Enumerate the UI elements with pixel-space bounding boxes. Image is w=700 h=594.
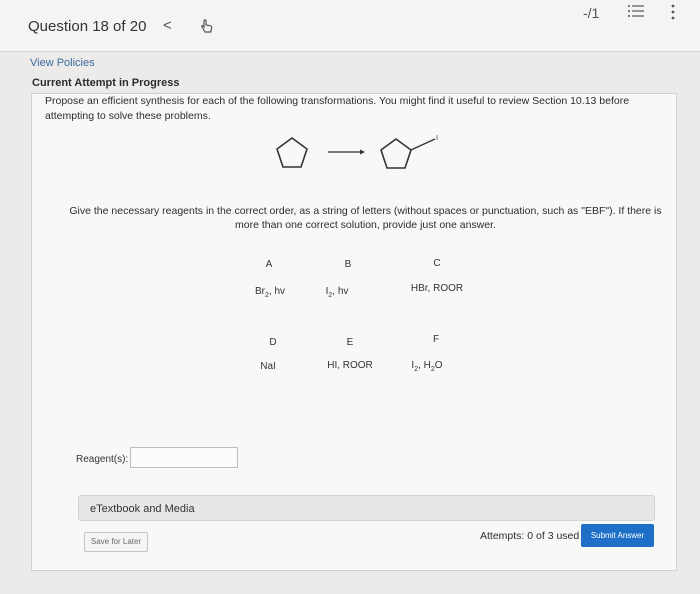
attempt-status: Current Attempt in Progress: [32, 77, 180, 89]
list-icon[interactable]: [627, 4, 645, 18]
option-reagent-b: I2, hv: [325, 286, 349, 299]
reaction-scheme: I: [276, 135, 438, 169]
option-letter-e: E: [346, 337, 354, 348]
instruction-text: Give the necessary reagents in the corre…: [69, 205, 662, 231]
option-letter-a: A: [265, 259, 273, 270]
iodine-label: I: [436, 135, 438, 142]
option-letter-f: F: [432, 334, 440, 345]
question-prompt: Propose an efficient synthesis for each …: [45, 95, 630, 122]
hand-pointer-icon[interactable]: [198, 17, 216, 35]
reaction-arrow: [328, 149, 365, 155]
etextbook-media-label: eTextbook and Media: [90, 503, 195, 515]
option-letter-d: D: [269, 337, 277, 348]
cyclopentane-structure: [276, 137, 308, 168]
reagent-field-label: Reagent(s):: [76, 454, 129, 465]
option-reagent-f: I2, H2O: [411, 360, 443, 373]
iodocyclopentane-structure: [380, 138, 436, 169]
submit-answer-button[interactable]: Submit Answer: [581, 524, 654, 547]
option-reagent-a: Br2, hv: [254, 286, 286, 299]
more-vertical-icon[interactable]: [668, 2, 678, 22]
etextbook-media-panel[interactable]: eTextbook and Media: [78, 495, 655, 521]
view-policies-link[interactable]: View Policies: [30, 57, 95, 69]
option-letter-b: B: [344, 259, 352, 270]
attempts-counter: Attempts: 0 of 3 used: [480, 530, 580, 542]
option-reagent-e: HI, ROOR: [327, 360, 373, 371]
reagent-answer-input[interactable]: [130, 447, 238, 468]
option-reagent-c: HBr, ROOR: [410, 283, 464, 294]
previous-question-button[interactable]: <: [163, 17, 172, 34]
question-title: Question 18 of 20: [28, 18, 147, 35]
option-letter-c: C: [433, 258, 441, 269]
option-reagent-d: NaI: [260, 361, 276, 372]
score-display: -/1: [583, 5, 600, 21]
save-for-later-button[interactable]: Save for Later: [84, 532, 148, 552]
question-header: Question 18 of 20 < -/1: [0, 0, 700, 52]
